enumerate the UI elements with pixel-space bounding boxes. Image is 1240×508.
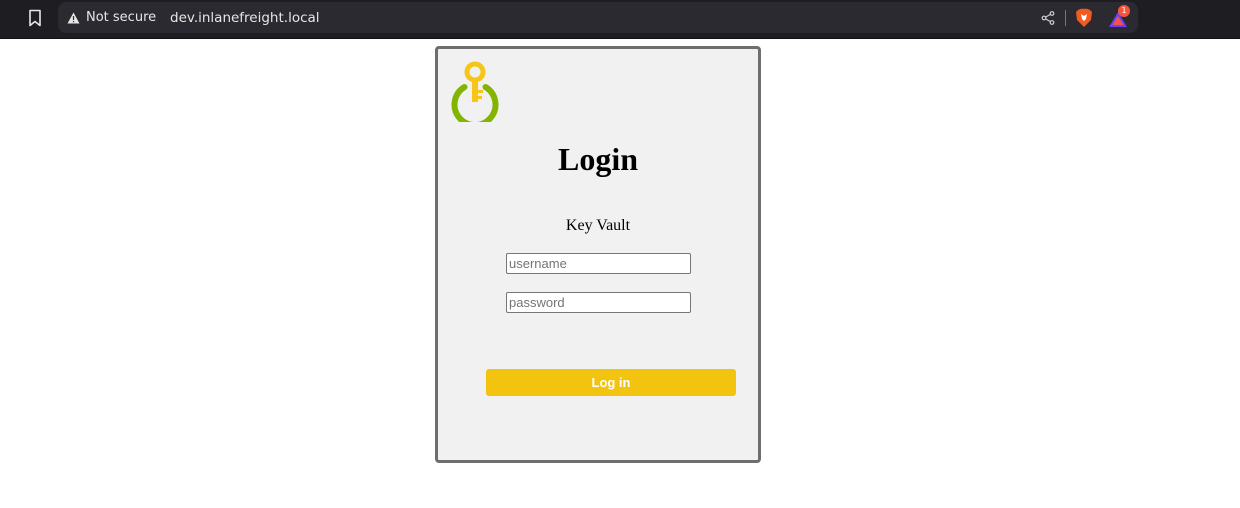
login-card: Login Key Vault Log in [435, 46, 761, 463]
app-subtitle: Key Vault [565, 217, 631, 234]
share-icon [1041, 11, 1055, 25]
rewards-badge: 1 [1118, 5, 1130, 17]
login-button[interactable]: Log in [486, 369, 736, 396]
toolbar-divider [1065, 10, 1066, 26]
url-text[interactable]: dev.inlanefreight.local [170, 2, 320, 33]
security-indicator[interactable]: Not secure [67, 2, 156, 33]
brave-shields-button[interactable] [1073, 7, 1095, 29]
username-input[interactable] [506, 253, 691, 274]
security-label: Not secure [86, 10, 157, 25]
brave-rewards-button[interactable]: 1 [1106, 5, 1132, 31]
key-power-logo [451, 61, 499, 122]
browser-toolbar: Not secure dev.inlanefreight.local 1 [0, 0, 1240, 39]
page-title: Login [557, 141, 639, 177]
brave-shields-icon [1076, 8, 1092, 28]
warning-icon [67, 12, 80, 23]
address-bar[interactable]: Not secure dev.inlanefreight.local 1 [58, 2, 1138, 33]
bookmark-button[interactable] [22, 6, 48, 30]
password-input[interactable] [506, 292, 691, 313]
bookmark-icon [29, 9, 41, 27]
share-button[interactable] [1038, 8, 1058, 28]
